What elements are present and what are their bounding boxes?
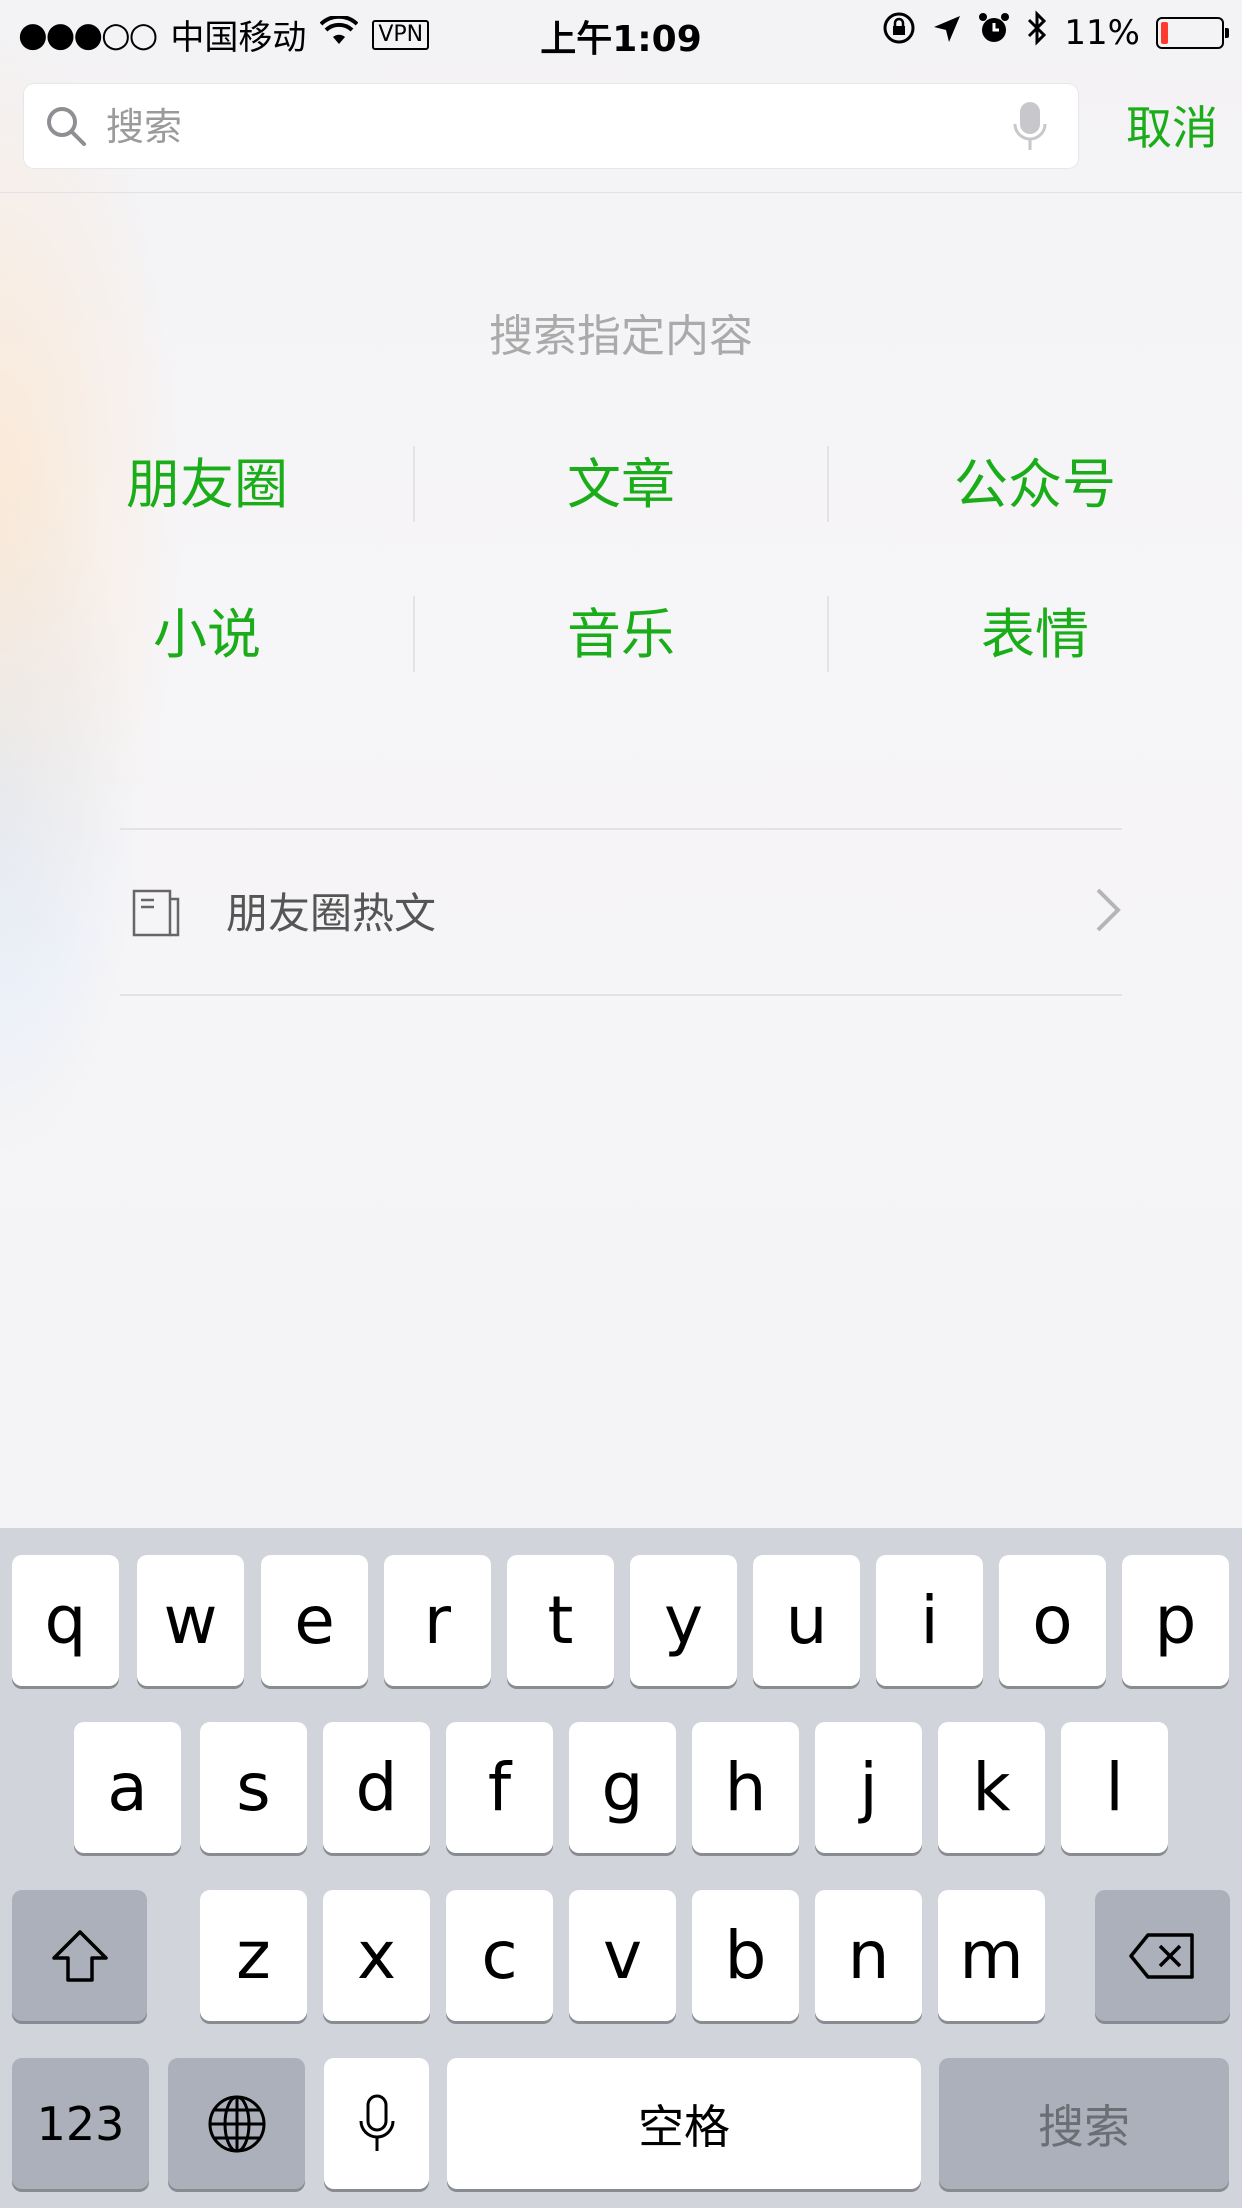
category-moments[interactable]: 朋友圈	[0, 440, 414, 530]
search-key[interactable]: 搜索	[939, 2058, 1229, 2189]
key-b[interactable]: b	[692, 1890, 799, 2021]
key-o[interactable]: o	[999, 1555, 1106, 1686]
key-e[interactable]: e	[261, 1555, 368, 1686]
key-r[interactable]: r	[384, 1555, 491, 1686]
key-k[interactable]: k	[938, 1722, 1045, 1853]
alarm-icon	[978, 12, 1010, 53]
key-m[interactable]: m	[938, 1890, 1045, 2021]
hot-articles-label: 朋友圈热文	[226, 889, 437, 938]
key-x[interactable]: x	[323, 1890, 430, 2021]
globe-icon	[208, 2095, 265, 2152]
bluetooth-icon	[1026, 10, 1048, 55]
key-y[interactable]: y	[630, 1555, 737, 1686]
search-icon	[44, 104, 88, 148]
page-background	[0, 0, 1242, 1528]
key-z[interactable]: z	[200, 1890, 307, 2021]
key-i[interactable]: i	[876, 1555, 983, 1686]
header-divider	[0, 192, 1242, 193]
chevron-right-icon	[1094, 886, 1122, 934]
key-u[interactable]: u	[753, 1555, 860, 1686]
keyboard: q w e r t y u i o p a s d f g h j k l z …	[0, 1528, 1242, 2208]
location-icon	[932, 13, 962, 53]
category-row: 小说 音乐 表情	[0, 590, 1242, 740]
backspace-icon	[1128, 1932, 1194, 1979]
key-d[interactable]: d	[323, 1722, 430, 1853]
search-box[interactable]	[24, 84, 1078, 170]
category-novels[interactable]: 小说	[0, 590, 414, 680]
category-official-accounts[interactable]: 公众号	[828, 440, 1242, 530]
space-key[interactable]: 空格	[447, 2058, 921, 2189]
section-title: 搜索指定内容	[489, 311, 753, 362]
category-articles[interactable]: 文章	[414, 440, 828, 530]
battery-icon	[1156, 16, 1229, 49]
article-icon	[132, 888, 182, 938]
key-v[interactable]: v	[569, 1890, 676, 2021]
shift-key[interactable]	[12, 1890, 147, 2021]
key-w[interactable]: w	[137, 1555, 244, 1686]
search-input[interactable]	[104, 84, 1008, 170]
status-bar: ●●●○○ 中国移动 VPN 上午1:09 11%	[0, 0, 1242, 62]
dictation-key[interactable]	[324, 2058, 429, 2189]
key-c[interactable]: c	[446, 1890, 553, 2021]
category-stickers[interactable]: 表情	[828, 590, 1242, 680]
key-f[interactable]: f	[446, 1722, 553, 1853]
microphone-icon	[359, 2094, 394, 2151]
globe-key[interactable]	[168, 2058, 305, 2189]
numbers-key[interactable]: 123	[12, 2058, 149, 2189]
battery-percent: 11%	[1064, 12, 1140, 53]
key-a[interactable]: a	[74, 1722, 181, 1853]
key-g[interactable]: g	[569, 1722, 676, 1853]
category-grid: 朋友圈 文章 公众号 小说 音乐 表情	[0, 440, 1242, 740]
key-h[interactable]: h	[692, 1722, 799, 1853]
key-t[interactable]: t	[507, 1555, 614, 1686]
key-l[interactable]: l	[1061, 1722, 1168, 1853]
shift-icon	[51, 1929, 108, 1982]
search-row: 取消	[24, 84, 1218, 170]
orientation-lock-icon	[882, 11, 916, 54]
cancel-button[interactable]: 取消	[1126, 92, 1218, 158]
backspace-key[interactable]	[1095, 1890, 1230, 2021]
category-music[interactable]: 音乐	[414, 590, 828, 680]
key-n[interactable]: n	[815, 1890, 922, 2021]
category-row: 朋友圈 文章 公众号	[0, 440, 1242, 590]
key-j[interactable]: j	[815, 1722, 922, 1853]
key-q[interactable]: q	[12, 1555, 119, 1686]
moments-hot-articles-row[interactable]: 朋友圈热文	[120, 828, 1122, 996]
key-p[interactable]: p	[1122, 1555, 1229, 1686]
key-s[interactable]: s	[200, 1722, 307, 1853]
microphone-icon[interactable]	[1012, 100, 1048, 152]
